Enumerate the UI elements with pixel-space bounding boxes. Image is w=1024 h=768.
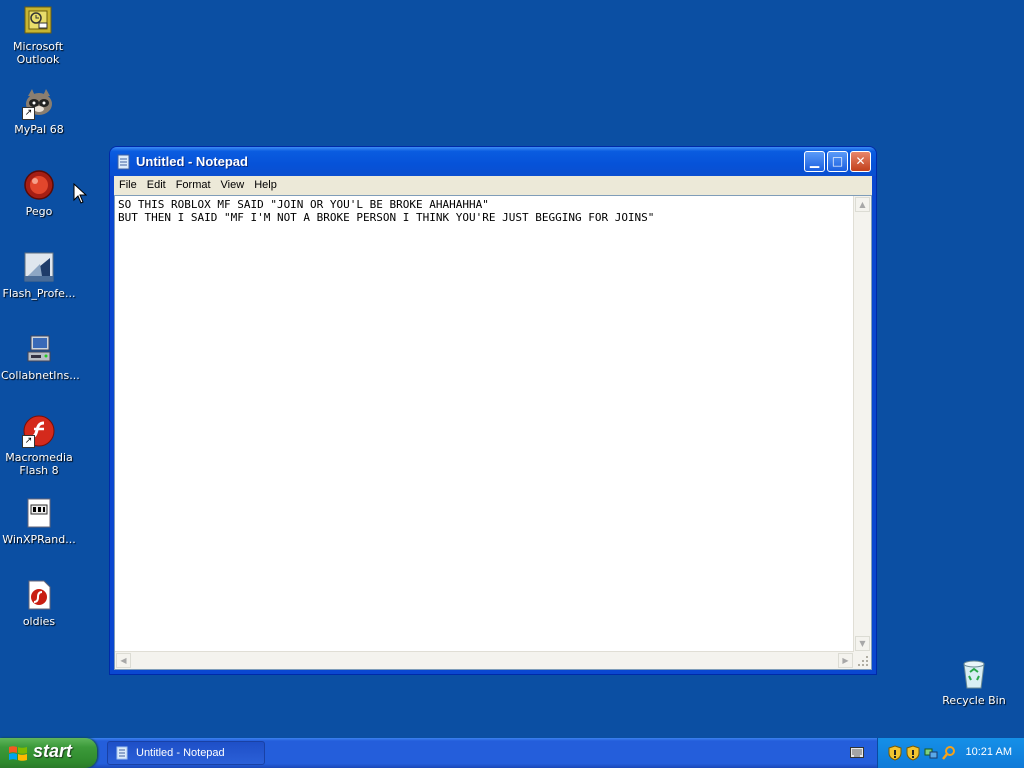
search-icon[interactable] — [942, 745, 956, 761]
desktop-icon-label: Flash_Profe... — [2, 287, 76, 300]
notepad-icon — [117, 154, 130, 170]
macromedia-flash-icon: ↗ — [22, 414, 56, 448]
desktop-icon-mypal[interactable]: ↗ MyPal 68 — [1, 86, 77, 136]
winxprand-icon — [22, 496, 56, 530]
desktop-icon-recycle-bin[interactable]: Recycle Bin — [936, 657, 1012, 707]
menu-edit[interactable]: Edit — [142, 176, 171, 191]
desktop-icon-label: Macromedia Flash 8 — [5, 451, 73, 477]
desktop-icon-label: Pego — [25, 205, 53, 218]
desktop-icon-label: WinXPRand... — [2, 533, 76, 546]
minimize-icon: ▁ — [809, 154, 820, 168]
desktop-icon-label: MyPal 68 — [14, 123, 64, 136]
security-shield-icon[interactable] — [888, 745, 902, 761]
desktop-icon-collabnet[interactable]: CollabnetIns... — [1, 332, 80, 382]
start-label: start — [33, 741, 73, 761]
desktop-icon-label: Microsoft Outlook — [12, 40, 64, 66]
taskbar: start Untitled - Notepad 10:21 AM — [0, 738, 1024, 768]
notepad-window[interactable]: Untitled - Notepad ▁ □ ✕ File Edit Format V… — [110, 147, 876, 674]
security-alert-icon[interactable] — [906, 745, 920, 761]
pego-icon — [22, 168, 56, 202]
vertical-scrollbar[interactable]: ▲ ▼ — [853, 196, 871, 652]
recycle-bin-icon — [957, 657, 991, 691]
resize-grip[interactable] — [854, 652, 871, 669]
menu-format[interactable]: Format — [171, 176, 216, 191]
desktop-icon-label: oldies — [22, 615, 56, 628]
menu-file[interactable]: File — [114, 176, 142, 191]
mypal-icon: ↗ — [22, 86, 56, 120]
taskbar-item-notepad[interactable]: Untitled - Notepad — [107, 741, 265, 765]
close-icon: ✕ — [855, 154, 866, 168]
desktop-icon-outlook[interactable]: Microsoft Outlook — [0, 3, 76, 66]
desktop-icon-label: Recycle Bin — [942, 694, 1006, 707]
start-button[interactable]: start — [0, 738, 97, 768]
desktop-icon-winxprand[interactable]: WinXPRand... — [1, 496, 77, 546]
text-editor[interactable]: SO THIS ROBLOX MF SAID "JOIN OR YOU'L BE… — [114, 195, 872, 670]
horizontal-scrollbar[interactable]: ◀ ▶ — [115, 651, 854, 669]
mouse-cursor-icon — [73, 183, 87, 204]
scroll-left-button[interactable]: ◀ — [116, 653, 131, 668]
close-button[interactable]: ✕ — [850, 151, 871, 172]
window-title: Untitled - Notepad — [136, 154, 248, 169]
flash-pro-icon — [22, 250, 56, 284]
maximize-icon: □ — [831, 154, 844, 168]
shortcut-arrow-icon: ↗ — [22, 107, 35, 120]
title-bar[interactable]: Untitled - Notepad ▁ □ ✕ — [110, 147, 876, 176]
menu-bar: File Edit Format View Help — [114, 176, 872, 195]
menu-view[interactable]: View — [216, 176, 250, 191]
system-tray: 10:21 AM — [877, 738, 1024, 768]
maximize-button[interactable]: □ — [827, 151, 848, 172]
network-icon[interactable] — [924, 745, 938, 761]
scroll-right-button[interactable]: ▶ — [838, 653, 853, 668]
taskbar-item-label: Untitled - Notepad — [136, 747, 225, 759]
keyboard-icon[interactable] — [850, 747, 864, 758]
desktop-icon-pego[interactable]: Pego — [1, 168, 77, 218]
editor-content[interactable]: SO THIS ROBLOX MF SAID "JOIN OR YOU'L BE… — [117, 198, 853, 651]
minimize-button[interactable]: ▁ — [804, 151, 825, 172]
desktop-icon-flash-pro[interactable]: Flash_Profe... — [1, 250, 77, 300]
desktop-icon-macromedia-flash[interactable]: ↗ Macromedia Flash 8 — [1, 414, 77, 477]
desktop-icon-oldies[interactable]: oldies — [1, 578, 77, 628]
windows-logo-icon — [9, 746, 27, 761]
installer-icon — [22, 332, 56, 366]
oldies-icon — [22, 578, 56, 612]
shortcut-arrow-icon: ↗ — [22, 435, 35, 448]
scroll-up-button[interactable]: ▲ — [855, 197, 870, 212]
desktop-icon-label: CollabnetIns... — [1, 369, 80, 382]
clock[interactable]: 10:21 AM — [966, 746, 1012, 758]
scroll-down-button[interactable]: ▼ — [855, 636, 870, 651]
notepad-icon — [116, 746, 128, 760]
menu-help[interactable]: Help — [249, 176, 282, 191]
outlook-icon — [21, 3, 55, 37]
